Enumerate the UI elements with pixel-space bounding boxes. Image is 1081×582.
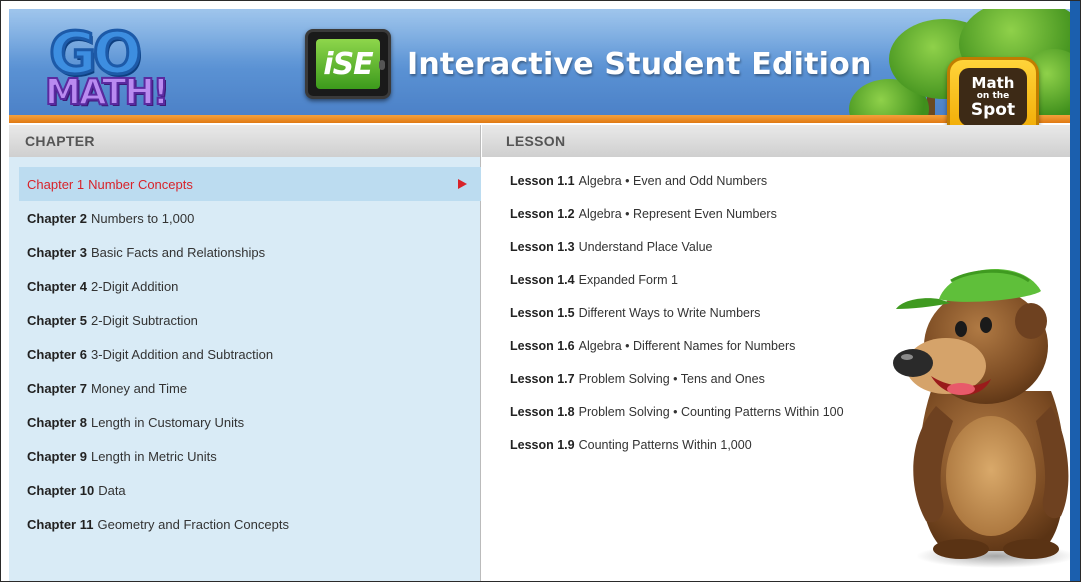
lesson-item-1-3[interactable]: Lesson 1.3 Understand Place Value: [510, 236, 713, 258]
lesson-item-1-1[interactable]: Lesson 1.1 Algebra • Even and Odd Number…: [510, 170, 767, 192]
lesson-number: Lesson 1.1: [510, 174, 575, 188]
chapter-item-10[interactable]: Chapter 10 Data: [19, 473, 481, 507]
chapter-title: 2-Digit Addition: [90, 278, 179, 294]
chapter-title: Geometry and Fraction Concepts: [97, 516, 289, 532]
chapter-item-4[interactable]: Chapter 4 2-Digit Addition: [19, 269, 481, 303]
lesson-item-1-4[interactable]: Lesson 1.4 Expanded Form 1: [510, 269, 678, 291]
chapter-title: Length in Metric Units: [90, 448, 217, 464]
spot-label-spot: Spot: [970, 99, 1016, 120]
lesson-title: Counting Patterns Within 1,000: [578, 438, 752, 452]
lesson-number: Lesson 1.2: [510, 207, 575, 221]
lesson-item-1-8[interactable]: Lesson 1.8 Problem Solving • Counting Pa…: [510, 401, 844, 423]
play-arrow-icon: [458, 179, 467, 189]
lesson-item-1-6[interactable]: Lesson 1.6 Algebra • Different Names for…: [510, 335, 795, 357]
chapter-item-9[interactable]: Chapter 9 Length in Metric Units: [19, 439, 481, 473]
chapter-item-3[interactable]: Chapter 3 Basic Facts and Relationships: [19, 235, 481, 269]
chapter-item-7[interactable]: Chapter 7 Money and Time: [19, 371, 481, 405]
bear-mascot: [893, 269, 1076, 568]
lesson-number: Lesson 1.7: [510, 372, 575, 386]
chapter-item-2[interactable]: Chapter 2 Numbers to 1,000: [19, 201, 481, 235]
lesson-number: Lesson 1.5: [510, 306, 575, 320]
chapter-item-6[interactable]: Chapter 6 3-Digit Addition and Subtracti…: [19, 337, 481, 371]
window-right-edge: [1070, 1, 1080, 581]
lesson-title: Algebra • Different Names for Numbers: [578, 339, 796, 353]
chapter-title: 2-Digit Subtraction: [90, 312, 198, 328]
page-title: Interactive Student Edition: [407, 47, 872, 82]
lesson-item-1-7[interactable]: Lesson 1.7 Problem Solving • Tens and On…: [510, 368, 765, 390]
spot-label-math: Math: [971, 73, 1015, 92]
chapter-item-11[interactable]: Chapter 11 Geometry and Fraction Concept…: [19, 507, 481, 541]
app-window: GO MATH! iSE Interactive Student Edition…: [0, 0, 1081, 582]
chapter-number: Chapter 5: [27, 312, 87, 328]
chapter-title: Money and Time: [90, 380, 188, 396]
go-math-logo: GO MATH!: [37, 22, 170, 115]
lesson-title: Problem Solving • Counting Patterns With…: [578, 405, 844, 419]
chapter-title: Length in Customary Units: [90, 414, 245, 430]
chapter-number: Chapter 4: [27, 278, 87, 294]
lesson-item-1-9[interactable]: Lesson 1.9 Counting Patterns Within 1,00…: [510, 434, 752, 456]
lesson-column-header: LESSON: [482, 125, 1075, 157]
lesson-number: Lesson 1.3: [510, 240, 575, 254]
ise-tablet-icon: iSE: [305, 29, 391, 99]
chapter-number: Chapter 2: [27, 210, 87, 226]
ise-badge: iSE: [316, 39, 380, 89]
lesson-title: Different Ways to Write Numbers: [578, 306, 761, 320]
chapter-title: Numbers to 1,000: [90, 210, 195, 226]
lesson-title: Problem Solving • Tens and Ones: [578, 372, 765, 386]
lesson-number: Lesson 1.9: [510, 438, 575, 452]
chapter-item-8[interactable]: Chapter 8 Length in Customary Units: [19, 405, 481, 439]
tablet-button: [379, 60, 385, 70]
header-banner: GO MATH! iSE Interactive Student Edition: [9, 9, 1075, 121]
chapter-title: 3-Digit Addition and Subtraction: [90, 346, 274, 362]
chapter-number: Chapter 7: [27, 380, 87, 396]
lesson-title: Algebra • Even and Odd Numbers: [578, 174, 768, 188]
chapter-title: Data: [98, 482, 126, 498]
lesson-number: Lesson 1.8: [510, 405, 575, 419]
lesson-item-1-2[interactable]: Lesson 1.2 Algebra • Represent Even Numb…: [510, 203, 777, 225]
lesson-title: Understand Place Value: [578, 240, 713, 254]
chapter-number: Chapter 11: [27, 516, 94, 532]
tv-screen: Math on the Spot: [959, 68, 1027, 126]
header-divider: [9, 115, 1075, 123]
chapter-number: Chapter 9: [27, 448, 87, 464]
lesson-title: Algebra • Represent Even Numbers: [578, 207, 777, 221]
chapter-number: Chapter 6: [27, 346, 87, 362]
logo-bottom-text: MATH!: [44, 72, 170, 114]
chapter-item-1[interactable]: Chapter 1 Number Concepts: [19, 167, 481, 201]
chapter-number: Chapter 8: [27, 414, 87, 430]
lesson-number: Lesson 1.6: [510, 339, 575, 353]
lesson-item-1-5[interactable]: Lesson 1.5 Different Ways to Write Numbe…: [510, 302, 760, 324]
chapter-list: Chapter 1 Number Concepts Chapter 2 Numb…: [9, 157, 481, 581]
chapter-number: Chapter 1: [27, 176, 85, 192]
chapter-title: Number Concepts: [88, 176, 193, 192]
lesson-title: Expanded Form 1: [578, 273, 678, 287]
chapter-number: Chapter 10: [27, 482, 95, 498]
chapter-item-5[interactable]: Chapter 5 2-Digit Subtraction: [19, 303, 481, 337]
lesson-number: Lesson 1.4: [510, 273, 575, 287]
chapter-column-header: CHAPTER: [9, 125, 481, 157]
chapter-title: Basic Facts and Relationships: [90, 244, 266, 260]
chapter-number: Chapter 3: [27, 244, 87, 260]
